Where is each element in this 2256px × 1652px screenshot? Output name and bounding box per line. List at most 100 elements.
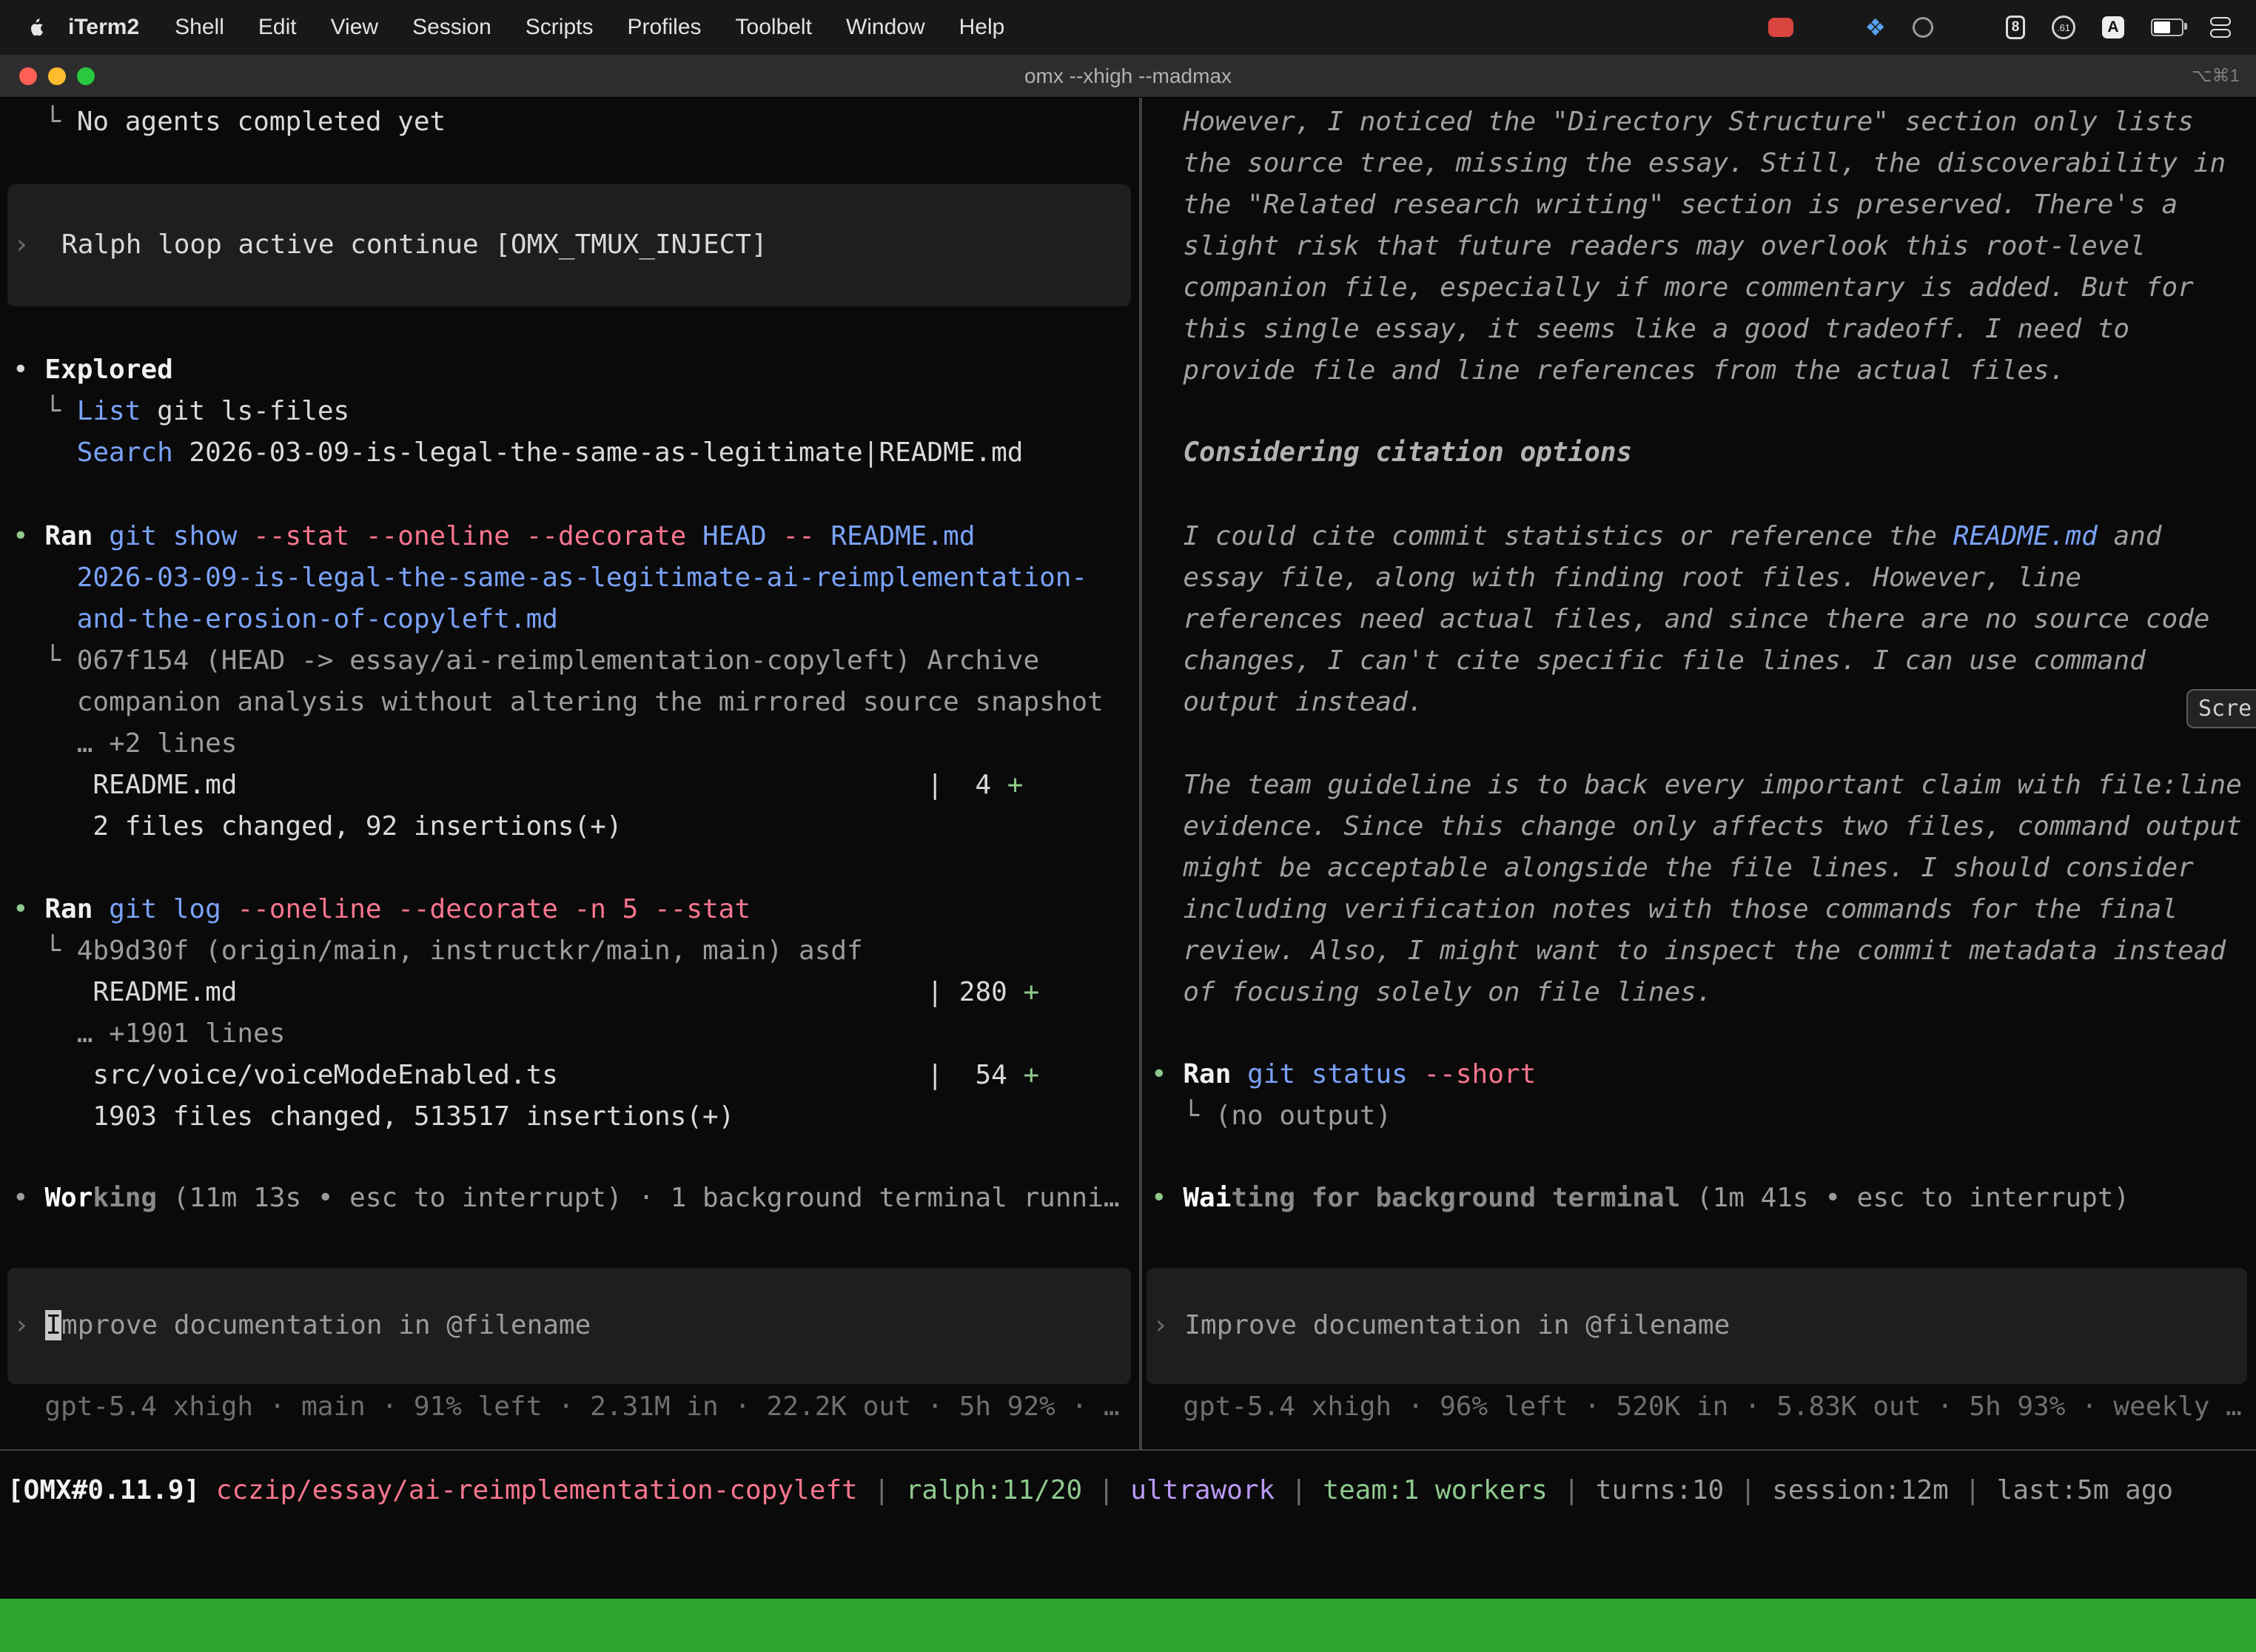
menu-window[interactable]: Window [829,15,942,40]
terminal-line: review. Also, I might want to inspect th… [1151,930,2256,972]
text-segment: (11m 13s • esc to interrupt) · 1 backgro… [157,1183,1119,1213]
text-segment: | [1082,1475,1130,1505]
text-segment: • [1151,1059,1183,1089]
terminal-line: evidence. Since this change only affects… [1151,806,2256,847]
terminal-line: references need actual files, and since … [1151,599,2256,640]
text-segment: 2026-03-09-is-legal-the-same-as-legitima… [13,563,1087,593]
thinking-paragraph-3: The team guideline is to back every impo… [1151,765,2256,1013]
text-segment: gpt-5.4 xhigh · main · 91% left · 2.31M … [13,1391,1120,1422]
menu-scripts[interactable]: Scripts [508,15,611,40]
text-segment: • [13,521,44,551]
window-grid-icon[interactable] [1820,19,1838,36]
control-center-icon[interactable] [2210,17,2231,38]
prompt-input-left[interactable]: › Improve documentation in @filename [7,1268,1131,1384]
app-launcher-dots-icon[interactable] [1960,18,1979,37]
text-segment [93,521,109,551]
terminal-line: provide file and line references from th… [1151,350,2256,392]
menu-help[interactable]: Help [942,15,1022,40]
terminal-line: I could cite commit statistics or refere… [1151,516,2256,557]
text-segment: 2 files changed, 92 insertions(+) [13,811,622,842]
terminal-line: └ 4b9d30f (origin/main, instructkr/main,… [13,930,1139,972]
terminal-line: However, I noticed the "Directory Struct… [1151,101,2256,143]
terminal-line: … +1901 lines [13,1013,1139,1055]
explored-block: • Explored └ List git ls-files Search 20… [13,349,1139,474]
text-segment: companion analysis without altering the … [13,687,1104,717]
text-segment: Improve documentation in @filename [1184,1310,1730,1340]
thinking-paragraph-2: I could cite commit statistics or refere… [1151,516,2256,723]
ralph-inject-box[interactable]: › Ralph loop active continue [OMX_TMUX_I… [7,184,1131,306]
text-segment [237,977,927,1007]
menu-view[interactable]: View [314,15,395,40]
terminal-line: └ (no output) [1151,1095,2256,1137]
apple-logo [30,19,44,36]
menu-profiles[interactable]: Profiles [610,15,718,40]
terminal-line: src/voice/voiceModeEnabled.ts | 54 + [13,1055,1139,1096]
text-segment: | [1275,1475,1323,1505]
git-status-block: • Ran git status --short └ (no output) [1151,1054,2256,1137]
text-segment: git log [109,894,221,924]
terminal-line: output instead. [1151,682,2256,723]
text-segment: provide file and line references from th… [1151,355,2065,386]
text-segment: --oneline --decorate -n 5 --stat [221,894,751,924]
text-segment: git status [1247,1059,1408,1089]
text-segment: + [1023,1060,1039,1090]
text-segment: + [1023,977,1039,1007]
text-segment: --short [1408,1059,1536,1089]
menu-edit[interactable]: Edit [241,15,314,40]
keyboard-key-icon[interactable]: 8 [2006,16,2025,39]
input-source-icon[interactable]: A [2102,16,2124,38]
prompt-input-right-line: › Improve documentation in @filename [1152,1305,2247,1346]
terminal-line: └ List git ls-files [13,391,1139,432]
terminal-line: gpt-5.4 xhigh · main · 91% left · 2.31M … [13,1386,1139,1428]
window-title-bar[interactable]: omx --xhigh --madmax ⌥⌘1 [0,55,2256,98]
terminal-line: • Explored [13,349,1139,391]
waiting-status: • Waiting for background terminal (1m 41… [1151,1178,2256,1219]
text-segment: essay file, along with finding root file… [1151,563,2081,593]
text-segment: and [2098,521,2162,551]
terminal-line: └ No agents completed yet [13,101,1139,143]
text-segment: git show [109,521,237,551]
text-segment: The team guideline is to back every impo… [1151,770,2242,800]
thinking-paragraph-1: However, I noticed the "Directory Struct… [1151,101,2256,392]
screen-recording-icon[interactable] [1768,18,1793,37]
text-segment: └ (no output) [1151,1101,1391,1131]
text-segment: Ran [1183,1059,1231,1089]
git-show-block: • Ran git show --stat --oneline --decora… [13,516,1139,847]
text-segment: › [13,229,61,260]
terminal-line: … +2 lines [13,723,1139,765]
menu-session[interactable]: Session [395,15,508,40]
text-segment: slight risk that future readers may over… [1151,231,2146,261]
menu-status-icons: ❖ 8 .61 A [1768,13,2231,41]
text-segment: • [13,894,44,924]
text-segment: including verification notes with those … [1151,894,2178,924]
text-segment: However, I noticed the "Directory Struct… [1151,107,2194,137]
overflow-tooltip: Scre [2186,689,2256,728]
text-segment: gpt-5.4 xhigh · 96% left · 520K in · 5.8… [1151,1391,2242,1422]
window-title: omx --xhigh --madmax [0,55,2256,97]
menu-shell[interactable]: Shell [158,15,241,40]
text-segment: › [1152,1310,1184,1340]
menu-app-iterm2[interactable]: iTerm2 [55,15,158,40]
menu-toolbelt[interactable]: Toolbelt [719,15,829,40]
text-segment: README.md [815,521,976,551]
terminal-line: companion analysis without altering the … [13,682,1139,723]
terminal-line: this single essay, it seems like a good … [1151,309,2256,350]
inject-line: › Ralph loop active continue [OMX_TMUX_I… [13,224,1131,266]
gauge-icon[interactable]: .61 [2052,16,2075,39]
text-segment: Explored [44,355,172,385]
apple-menu-icon[interactable] [30,19,44,36]
text-segment: output instead. [1151,687,1423,717]
text-segment: src/voice/voiceModeEnabled.ts [13,1060,558,1090]
text-segment: git ls-files [141,396,349,426]
text-segment: (1m 41s • esc to interrupt) [1680,1183,2129,1213]
pane-bottom-border [0,1449,2256,1451]
blue-app-icon[interactable]: ❖ [1864,13,1886,41]
agents-note-block: └ No agents completed yet [13,101,1139,143]
battery-icon[interactable] [2151,19,2183,36]
terminal-line: • Working (11m 13s • esc to interrupt) ·… [13,1178,1139,1219]
prompt-input-right[interactable]: › Improve documentation in @filename [1147,1268,2247,1384]
text-segment: 2026-03-09-is-legal-the-same-as-legitima… [173,437,1024,468]
terminal-line: including verification notes with those … [1151,889,2256,930]
round-app-icon[interactable] [1913,17,1933,38]
prompt-input-left-line: › Improve documentation in @filename [13,1305,1131,1346]
